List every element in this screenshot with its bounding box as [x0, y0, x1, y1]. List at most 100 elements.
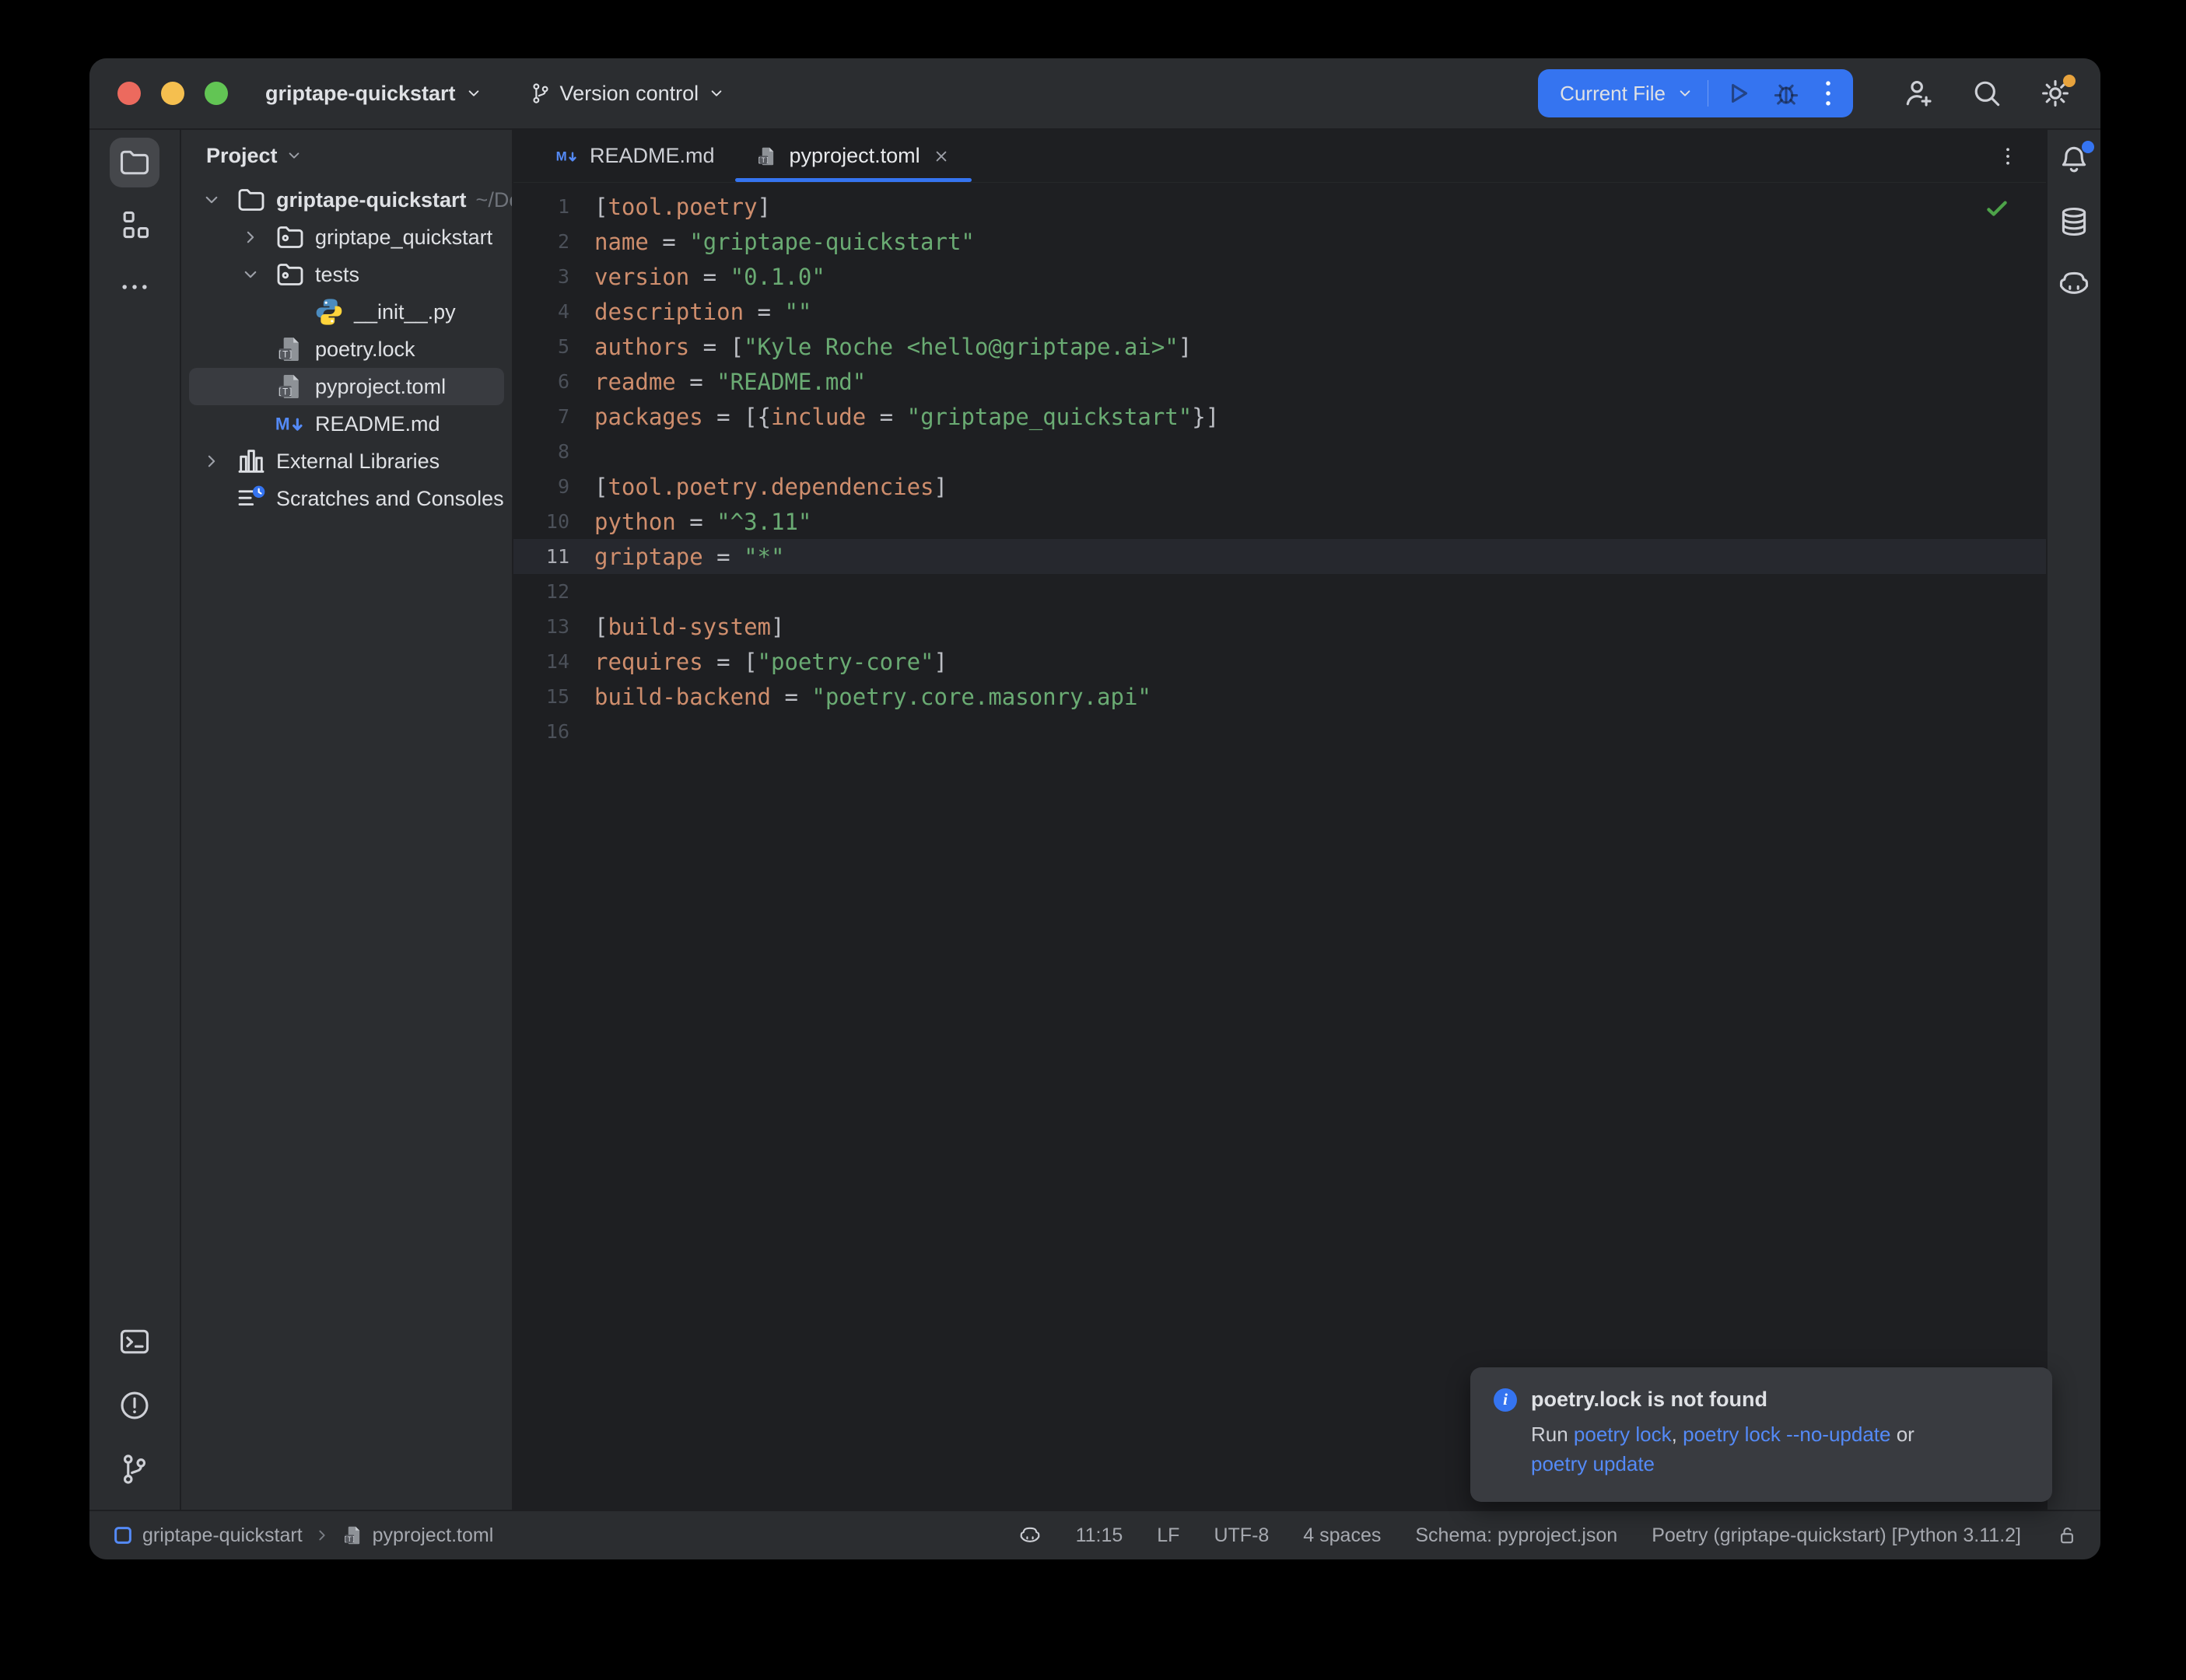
tree-item-pyproject-toml[interactable]: [T] pyproject.toml — [189, 368, 504, 405]
close-button[interactable] — [117, 82, 141, 105]
tree-item--init-py[interactable]: __init__.py — [181, 293, 512, 331]
tab-readme-md[interactable]: MREADME.md — [535, 130, 735, 182]
code-text: packages = [{include = "griptape_quickst… — [594, 404, 1219, 430]
notification-link[interactable]: poetry lock --no-update — [1683, 1423, 1890, 1446]
notification-link[interactable]: poetry update — [1531, 1452, 1655, 1475]
problems-tool-button[interactable] — [110, 1381, 159, 1430]
scratches-icon — [236, 483, 267, 514]
inspections-passed-icon[interactable] — [1984, 195, 2010, 222]
status-item-schema-pyproject-json[interactable]: Schema: pyproject.json — [1415, 1524, 1617, 1547]
lock-icon[interactable] — [2055, 1524, 2079, 1547]
code-line-14: 14requires = ["poetry-core"] — [513, 644, 2046, 679]
tree-item-griptape-quickstart[interactable]: griptape-quickstart~/Docume — [181, 181, 512, 219]
code-text: [tool.poetry.dependencies] — [594, 474, 948, 500]
search-everywhere-button[interactable] — [1970, 76, 2004, 110]
tree-chevron-right-icon[interactable] — [197, 450, 236, 473]
debug-button[interactable] — [1769, 76, 1803, 110]
project-square-icon — [111, 1524, 135, 1547]
tree-chevron-right-icon[interactable] — [236, 226, 275, 249]
code-text: name = "griptape-quickstart" — [594, 229, 975, 255]
toml-icon: [T] — [342, 1524, 365, 1547]
markdown-icon: M — [275, 408, 306, 439]
close-tab-icon[interactable] — [931, 146, 951, 166]
add-user-button[interactable] — [1901, 76, 1936, 110]
tree-chevron-down-icon[interactable] — [236, 263, 275, 286]
editor-area: MREADME.md[T]pyproject.toml 1[tool.poetr… — [513, 130, 2046, 1510]
terminal-tool-button[interactable] — [110, 1317, 159, 1367]
package-folder-icon — [275, 259, 306, 290]
notification-link[interactable]: poetry lock — [1574, 1423, 1672, 1446]
tab-options-button[interactable] — [1996, 130, 2046, 182]
tree-chevron-down-icon[interactable] — [197, 188, 236, 212]
status-item-4-spaces[interactable]: 4 spaces — [1303, 1524, 1381, 1547]
settings-button[interactable] — [2038, 76, 2072, 110]
more-run-options-button[interactable] — [1811, 76, 1845, 110]
title-bar: griptape-quickstart Version control Curr… — [89, 58, 2100, 128]
code-line-5: 5authors = ["Kyle Roche <hello@griptape.… — [513, 329, 2046, 364]
status-item-lf[interactable]: LF — [1157, 1524, 1179, 1547]
breadcrumb-item-pyproject-toml[interactable]: [T]pyproject.toml — [342, 1524, 494, 1547]
vcs-menu[interactable]: Version control — [529, 82, 727, 106]
folder-icon — [236, 184, 267, 215]
status-item-11-15[interactable]: 11:15 — [1076, 1524, 1123, 1547]
code-line-3: 3version = "0.1.0" — [513, 259, 2046, 294]
tree-item-poetry-lock[interactable]: [T]poetry.lock — [181, 331, 512, 368]
version-control-tool-button[interactable] — [110, 1444, 159, 1494]
structure-tool-button[interactable] — [110, 200, 159, 250]
chevron-down-icon — [284, 145, 304, 166]
database-tool-button[interactable] — [2057, 205, 2091, 239]
tree-item-label: pyproject.toml — [315, 375, 446, 399]
vcs-menu-label: Version control — [560, 82, 699, 106]
code-text: description = "" — [594, 299, 811, 325]
line-number: 12 — [513, 580, 594, 603]
run-button[interactable] — [1721, 76, 1755, 110]
run-config-selector[interactable]: Current File — [1560, 82, 1695, 106]
more-tools-button[interactable] — [110, 262, 159, 312]
terminal-icon — [117, 1325, 152, 1359]
status-item-poetry-griptape-quickstart-pyt[interactable]: Poetry (griptape-quickstart) [Python 3.1… — [1652, 1524, 2021, 1547]
tree-item-griptape-quickstart[interactable]: griptape_quickstart — [181, 219, 512, 256]
code-text: authors = ["Kyle Roche <hello@griptape.a… — [594, 334, 1192, 360]
project-menu[interactable]: griptape-quickstart — [265, 82, 484, 106]
project-panel: Project griptape-quickstart~/Documegript… — [181, 130, 513, 1510]
chevron-right-icon — [200, 450, 223, 473]
code-editor[interactable]: 1[tool.poetry]2name = "griptape-quicksta… — [513, 183, 2046, 1510]
breadcrumb-item-griptape-quickstart[interactable]: griptape-quickstart — [111, 1524, 303, 1547]
tree-item-tests[interactable]: tests — [181, 256, 512, 293]
status-item-utf-8[interactable]: UTF-8 — [1214, 1524, 1269, 1547]
tab-pyproject-toml[interactable]: [T]pyproject.toml — [735, 130, 972, 182]
copilot-status-icon[interactable] — [1018, 1524, 1042, 1547]
tree-item-label: poetry.lock — [315, 338, 415, 362]
tree-item-external-libraries[interactable]: External Libraries — [181, 443, 512, 480]
branch-icon — [117, 1452, 152, 1486]
project-tool-button[interactable] — [110, 138, 159, 187]
svg-text:[T]: [T] — [277, 387, 293, 397]
ai-assistant-tool-button[interactable] — [2057, 267, 2091, 301]
svg-text:M: M — [556, 149, 567, 163]
code-line-4: 4description = "" — [513, 294, 2046, 329]
line-number: 5 — [513, 335, 594, 358]
project-panel-header[interactable]: Project — [181, 130, 512, 181]
chevron-down-icon — [706, 83, 727, 103]
svg-text:[T]: [T] — [343, 1536, 356, 1544]
tree-item-scratches-and-consoles[interactable]: Scratches and Consoles — [181, 480, 512, 517]
status-bar: griptape-quickstart [T]pyproject.toml 11:… — [89, 1510, 2100, 1559]
tree-item-label: tests — [315, 263, 359, 287]
maximize-button[interactable] — [205, 82, 228, 105]
project-panel-title: Project — [206, 144, 278, 168]
code-text: version = "0.1.0" — [594, 264, 825, 290]
line-number: 16 — [513, 720, 594, 743]
breadcrumb: griptape-quickstart [T]pyproject.toml — [111, 1524, 493, 1547]
tree-item-readme-md[interactable]: MREADME.md — [181, 405, 512, 443]
notification-text: , — [1672, 1423, 1683, 1446]
tree-item-label: __init__.py — [354, 300, 456, 324]
project-menu-label: griptape-quickstart — [265, 82, 456, 106]
code-line-10: 10python = "^3.11" — [513, 504, 2046, 539]
minimize-button[interactable] — [161, 82, 184, 105]
tree-item-label: griptape-quickstart — [276, 188, 467, 212]
notification-body: Run poetry lock, poetry lock --no-update… — [1531, 1419, 2029, 1479]
run-widget: Current File — [1538, 69, 1853, 117]
notifications-button[interactable] — [2057, 142, 2091, 177]
chevron-down-icon — [239, 263, 262, 286]
toml-icon: [T] — [755, 145, 779, 168]
